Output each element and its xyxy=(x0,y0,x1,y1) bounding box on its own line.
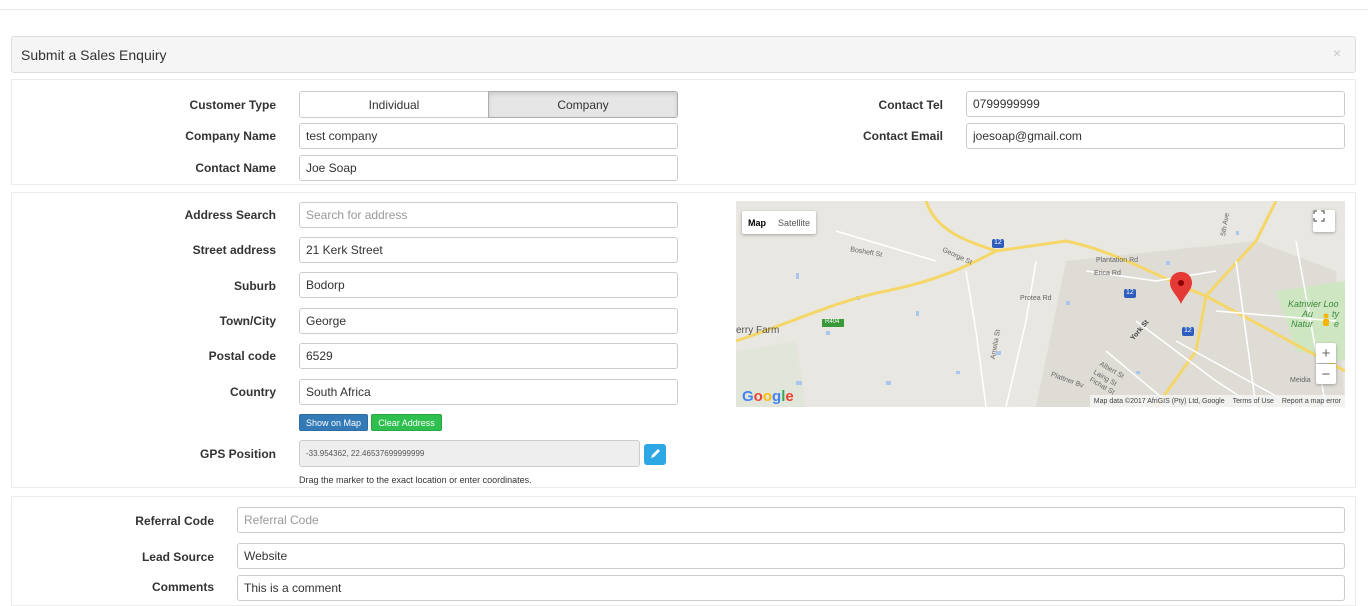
fullscreen-icon[interactable] xyxy=(1313,210,1335,232)
company-name-label: Company Name xyxy=(185,129,276,143)
pencil-icon xyxy=(651,449,660,458)
close-icon[interactable]: × xyxy=(1333,45,1341,61)
pegman-icon[interactable] xyxy=(1321,313,1335,331)
fullscreen-glyph xyxy=(1313,210,1325,222)
map-label-route-12: 12 xyxy=(994,239,1002,246)
map-tiles xyxy=(736,201,1345,407)
customer-type-individual[interactable]: Individual xyxy=(299,91,489,118)
lead-source-input[interactable] xyxy=(237,543,1345,569)
map-label-erica: Erica Rd xyxy=(1094,270,1121,277)
pegman-glyph xyxy=(1323,313,1329,326)
map-label-reserve: Katrivier Loo xyxy=(1288,299,1339,309)
map-label-meidia: Meidia xyxy=(1290,377,1311,384)
show-on-map-button[interactable]: Show on Map xyxy=(299,414,368,431)
contact-tel-label: Contact Tel xyxy=(878,98,943,112)
map-label-reserve-4: Natur xyxy=(1291,319,1314,329)
panel-header: Submit a Sales Enquiry × xyxy=(11,36,1356,73)
company-name-input[interactable] xyxy=(299,123,678,149)
customer-type-company[interactable]: Company xyxy=(488,91,678,118)
postal-code-label: Postal code xyxy=(208,349,276,363)
suburb-input[interactable] xyxy=(299,272,678,298)
map-type-control: Map Satellite xyxy=(742,211,817,234)
address-search-label: Address Search xyxy=(184,208,276,222)
map-terms-link[interactable]: Terms of Use xyxy=(1233,398,1274,405)
zoom-out-button[interactable]: − xyxy=(1316,364,1336,384)
country-input[interactable] xyxy=(299,379,678,405)
town-city-label: Town/City xyxy=(219,314,276,328)
comments-input[interactable] xyxy=(237,575,1345,601)
contact-tel-input[interactable] xyxy=(966,91,1345,117)
map-label-r404: R404 xyxy=(825,319,840,325)
contact-email-label: Contact Email xyxy=(862,129,943,143)
referral-code-label: Referral Code xyxy=(135,514,214,528)
gps-position-input[interactable] xyxy=(299,440,640,467)
street-address-label: Street address xyxy=(192,243,276,257)
map-report-link[interactable]: Report a map error xyxy=(1282,398,1341,405)
customer-type-label: Customer Type xyxy=(189,98,276,112)
gps-position-label: GPS Position xyxy=(199,447,276,461)
map-label-route-12c: 12 xyxy=(1184,327,1192,334)
top-navbar xyxy=(0,0,1368,10)
map-type-map-button[interactable]: Map xyxy=(742,211,772,234)
postal-code-input[interactable] xyxy=(299,343,678,369)
contact-name-label: Contact Name xyxy=(195,161,276,175)
street-address-input[interactable] xyxy=(299,237,678,263)
clear-address-button[interactable]: Clear Address xyxy=(371,414,442,431)
map-footer: Map data ©2017 AfriGIS (Pty) Ltd, Google… xyxy=(1089,395,1345,407)
map-label-protea: Protea Rd xyxy=(1020,295,1052,302)
suburb-label: Suburb xyxy=(234,279,276,293)
location-map[interactable]: erry Farm Katrivier Loo Au ty Natur e Yo… xyxy=(736,201,1345,407)
map-label-plantation: Plantation Rd xyxy=(1096,257,1139,264)
map-label-route-12b: 12 xyxy=(1126,289,1134,296)
referral-code-input[interactable] xyxy=(237,507,1345,533)
country-label: Country xyxy=(230,385,276,399)
map-type-satellite-button[interactable]: Satellite xyxy=(772,211,816,234)
gps-help-text: Drag the marker to the exact location or… xyxy=(299,475,532,485)
map-label-reserve-2: Au xyxy=(1302,309,1314,319)
address-search-input[interactable] xyxy=(299,202,678,228)
map-attribution: Map data ©2017 AfriGIS (Pty) Ltd, Google xyxy=(1093,397,1225,405)
panel-title: Submit a Sales Enquiry xyxy=(21,47,167,63)
contact-email-input[interactable] xyxy=(966,123,1345,149)
contact-name-input[interactable] xyxy=(299,155,678,181)
map-label-farm: erry Farm xyxy=(736,325,780,336)
town-city-input[interactable] xyxy=(299,308,678,334)
comments-label: Comments xyxy=(151,580,214,594)
lead-source-label: Lead Source xyxy=(141,550,214,564)
edit-gps-button[interactable] xyxy=(644,444,666,465)
zoom-in-button[interactable]: + xyxy=(1316,343,1336,363)
google-logo: Google xyxy=(742,388,794,405)
